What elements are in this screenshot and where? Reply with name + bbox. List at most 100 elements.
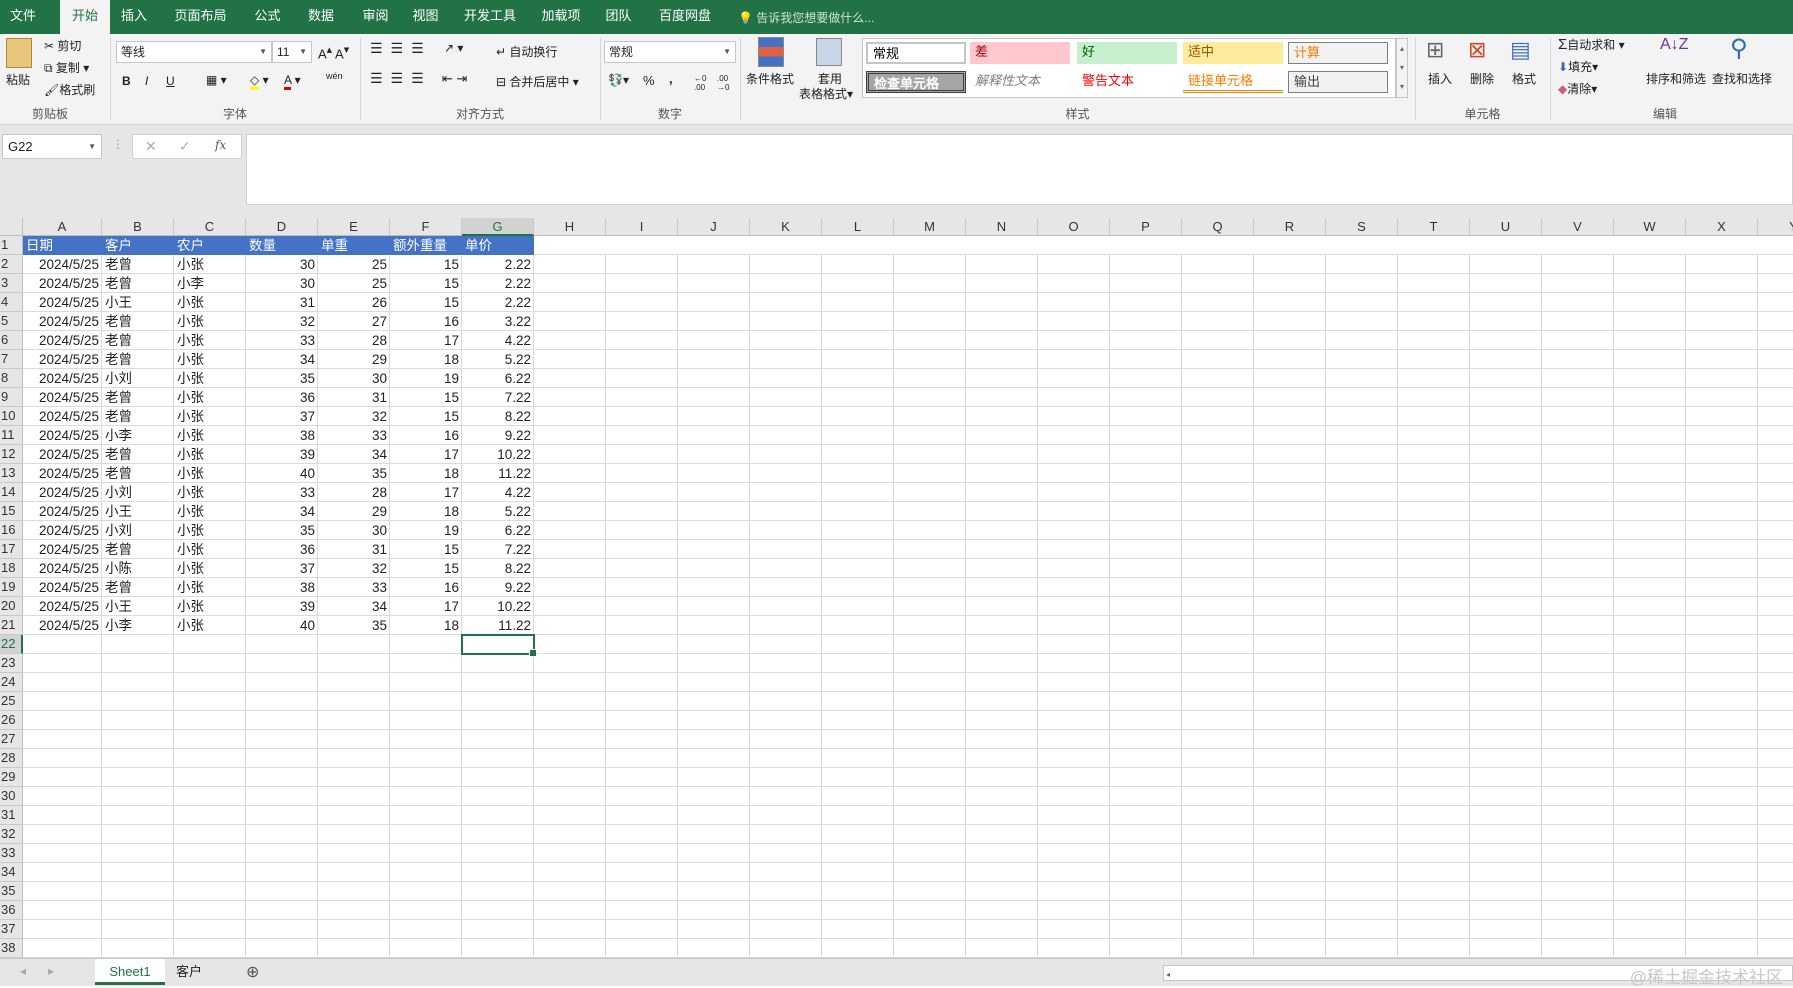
column-header-B[interactable]: B xyxy=(102,218,174,236)
row-header-34[interactable]: 34 xyxy=(0,863,23,882)
cell-C5[interactable]: 小张 xyxy=(174,312,246,331)
cell-G11[interactable]: 9.22 xyxy=(462,426,534,445)
menu-tab-1[interactable]: 开始 xyxy=(60,0,110,34)
cell-C2[interactable]: 小张 xyxy=(174,255,246,274)
cell-E3[interactable]: 25 xyxy=(318,274,390,293)
worksheet-grid[interactable]: ABCDEFGHIJKLMNOPQRSTUVWXY 12345678910111… xyxy=(0,218,1793,958)
cell-C18[interactable]: 小张 xyxy=(174,559,246,578)
cell-B5[interactable]: 老曾 xyxy=(102,312,174,331)
cell-G2[interactable]: 2.22 xyxy=(462,255,534,274)
column-header-Y[interactable]: Y xyxy=(1758,218,1793,236)
cell-B1[interactable]: 客户 xyxy=(102,236,174,255)
cell-B6[interactable]: 老曾 xyxy=(102,331,174,350)
row-header-38[interactable]: 38 xyxy=(0,939,23,958)
comma-button[interactable]: , xyxy=(669,71,673,86)
underline-button[interactable]: U xyxy=(166,74,175,88)
cell-E1[interactable]: 单重 xyxy=(318,236,390,255)
row-header-24[interactable]: 24 xyxy=(0,673,23,692)
cell-A7[interactable]: 2024/5/25 xyxy=(23,350,102,369)
column-header-I[interactable]: I xyxy=(606,218,678,236)
cell-C8[interactable]: 小张 xyxy=(174,369,246,388)
row-header-37[interactable]: 37 xyxy=(0,920,23,939)
row-header-25[interactable]: 25 xyxy=(0,692,23,711)
column-header-K[interactable]: K xyxy=(750,218,822,236)
cell-D5[interactable]: 32 xyxy=(246,312,318,331)
cell-B20[interactable]: 小王 xyxy=(102,597,174,616)
cell-A2[interactable]: 2024/5/25 xyxy=(23,255,102,274)
menu-tab-0[interactable]: 文件 xyxy=(0,0,46,34)
cell-A17[interactable]: 2024/5/25 xyxy=(23,540,102,559)
menu-tab-2[interactable]: 插入 xyxy=(110,0,158,34)
cell-B7[interactable]: 老曾 xyxy=(102,350,174,369)
cell-F20[interactable]: 17 xyxy=(390,597,462,616)
row-header-8[interactable]: 8 xyxy=(0,369,23,388)
selected-cell[interactable] xyxy=(461,634,537,657)
cell-style-8[interactable]: 链接单元格 xyxy=(1183,71,1283,93)
cell-style-7[interactable]: 警告文本 xyxy=(1077,71,1177,93)
find-select-button[interactable]: 查找和选择 xyxy=(1712,70,1772,87)
cell-F1[interactable]: 额外重量 xyxy=(390,236,462,255)
horizontal-align-buttons[interactable]: ☰☰☰ xyxy=(370,70,432,87)
cell-style-0[interactable]: 常规 xyxy=(866,42,966,64)
cell-B16[interactable]: 小刘 xyxy=(102,521,174,540)
cell-style-5[interactable]: 检查单元格 xyxy=(866,71,966,93)
cell-F19[interactable]: 16 xyxy=(390,578,462,597)
cell-D16[interactable]: 35 xyxy=(246,521,318,540)
cell-D4[interactable]: 31 xyxy=(246,293,318,312)
row-header-22[interactable]: 22 xyxy=(0,635,23,654)
row-header-31[interactable]: 31 xyxy=(0,806,23,825)
cell-F18[interactable]: 15 xyxy=(390,559,462,578)
column-header-J[interactable]: J xyxy=(678,218,750,236)
cell-C21[interactable]: 小张 xyxy=(174,616,246,635)
cell-F4[interactable]: 15 xyxy=(390,293,462,312)
increase-decimal-button[interactable]: ←0 .00 xyxy=(694,74,714,92)
fill-button[interactable]: ⬇填充▾ xyxy=(1558,58,1598,75)
delete-cells-button[interactable]: 删除 xyxy=(1470,70,1494,87)
cell-F9[interactable]: 15 xyxy=(390,388,462,407)
row-header-6[interactable]: 6 xyxy=(0,331,23,350)
cell-A18[interactable]: 2024/5/25 xyxy=(23,559,102,578)
cell-C19[interactable]: 小张 xyxy=(174,578,246,597)
row-header-3[interactable]: 3 xyxy=(0,274,23,293)
name-box[interactable]: G22 ▼ xyxy=(2,134,102,159)
cancel-icon[interactable]: ✕ xyxy=(145,138,157,155)
cell-B2[interactable]: 老曾 xyxy=(102,255,174,274)
format-cells-icon[interactable]: ▤ xyxy=(1510,37,1531,63)
cell-A21[interactable]: 2024/5/25 xyxy=(23,616,102,635)
cell-A4[interactable]: 2024/5/25 xyxy=(23,293,102,312)
cell-A1[interactable]: 日期 xyxy=(23,236,102,255)
tell-me-search[interactable]: 💡 告诉我您想要做什么... xyxy=(738,9,874,26)
column-header-C[interactable]: C xyxy=(174,218,246,236)
percent-button[interactable]: % xyxy=(643,73,655,88)
cell-F6[interactable]: 17 xyxy=(390,331,462,350)
column-header-V[interactable]: V xyxy=(1542,218,1614,236)
cell-C9[interactable]: 小张 xyxy=(174,388,246,407)
cell-D11[interactable]: 38 xyxy=(246,426,318,445)
indent-buttons[interactable]: ⇤ ⇥ xyxy=(442,71,467,87)
font-color-button[interactable]: A ▾ xyxy=(284,73,301,90)
cell-A13[interactable]: 2024/5/25 xyxy=(23,464,102,483)
column-header-W[interactable]: W xyxy=(1614,218,1686,236)
cell-G17[interactable]: 7.22 xyxy=(462,540,534,559)
cell-A3[interactable]: 2024/5/25 xyxy=(23,274,102,293)
cell-A15[interactable]: 2024/5/25 xyxy=(23,502,102,521)
cell-D3[interactable]: 30 xyxy=(246,274,318,293)
row-header-23[interactable]: 23 xyxy=(0,654,23,673)
cell-B13[interactable]: 老曾 xyxy=(102,464,174,483)
clear-button[interactable]: ◆清除▾ xyxy=(1558,80,1597,97)
menu-tab-4[interactable]: 公式 xyxy=(243,0,292,34)
cell-D20[interactable]: 39 xyxy=(246,597,318,616)
cell-B4[interactable]: 小王 xyxy=(102,293,174,312)
sheet-tab-1[interactable]: 客户 xyxy=(167,959,211,985)
cell-B11[interactable]: 小李 xyxy=(102,426,174,445)
font-size-select[interactable]: 11 ▼ xyxy=(272,41,312,63)
cell-A10[interactable]: 2024/5/25 xyxy=(23,407,102,426)
cell-C16[interactable]: 小张 xyxy=(174,521,246,540)
autosum-button[interactable]: Σ自动求和 ▾ xyxy=(1558,36,1625,53)
bold-button[interactable]: B xyxy=(122,74,131,88)
row-header-4[interactable]: 4 xyxy=(0,293,23,312)
cell-C12[interactable]: 小张 xyxy=(174,445,246,464)
column-header-A[interactable]: A xyxy=(23,218,102,236)
row-header-27[interactable]: 27 xyxy=(0,730,23,749)
column-header-F[interactable]: F xyxy=(390,218,462,236)
